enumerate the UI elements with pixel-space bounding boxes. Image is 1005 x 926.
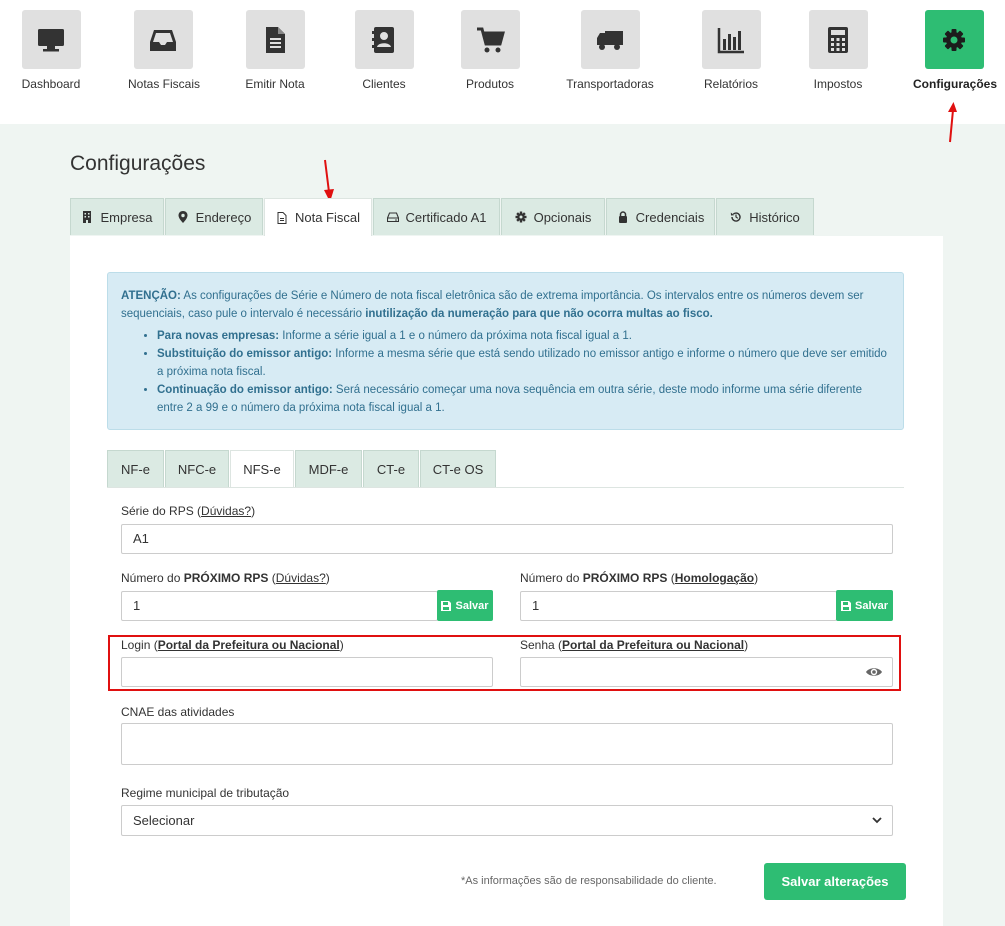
nav-item-emitir-nota[interactable]: Emitir Nota <box>245 10 305 91</box>
subtab-divider <box>107 487 904 488</box>
page-title: Configurações <box>70 152 206 175</box>
nav-item-relatorios[interactable]: Relatórios <box>701 10 761 91</box>
floppy-disk-icon <box>441 600 452 611</box>
calculator-icon <box>808 10 868 69</box>
top-navigation: Dashboard Notas Fiscais Emitir Nota Clie… <box>0 0 1005 124</box>
nav-label: Emitir Nota <box>245 77 305 91</box>
nav-label: Relatórios <box>703 77 759 91</box>
save-changes-label: Salvar alterações <box>781 874 889 889</box>
numero-rps-input[interactable]: 1 <box>121 591 438 621</box>
alert-lead-bold: ATENÇÃO: <box>121 290 181 302</box>
alert-item-bold: Substituição do emissor antigo: <box>157 348 333 360</box>
alert-item-bold: Para novas empresas: <box>157 330 280 342</box>
alert-item-text: Informe a série igual a 1 e o número da … <box>279 330 632 342</box>
subtab-nfse[interactable]: NFS-e <box>230 450 294 488</box>
bar-chart-icon <box>701 10 761 69</box>
nav-item-transportadoras[interactable]: Transportadoras <box>565 10 655 91</box>
contacts-icon <box>354 10 414 69</box>
subtab-mdfe[interactable]: MDF-e <box>295 450 362 487</box>
nav-label: Impostos <box>813 77 863 91</box>
subtab-nfe[interactable]: NF-e <box>107 450 164 487</box>
regime-selected-value: Selecionar <box>133 813 195 828</box>
tab-nota-fiscal[interactable]: Nota Fiscal <box>264 198 372 236</box>
lock-icon <box>618 211 627 223</box>
map-marker-icon <box>178 211 188 223</box>
serie-rps-input[interactable]: A1 <box>121 524 893 554</box>
building-icon <box>83 211 92 223</box>
alert-item: Para novas empresas: Informe a série igu… <box>157 327 889 345</box>
tab-historico[interactable]: Histórico <box>716 198 814 235</box>
tab-label: Endereço <box>195 209 252 225</box>
regime-label: Regime municipal de tributação <box>121 786 290 800</box>
nav-item-notas-fiscais[interactable]: Notas Fiscais <box>128 10 201 91</box>
regime-select[interactable]: Selecionar <box>121 805 893 836</box>
tab-opcionais[interactable]: Opcionais <box>501 198 605 235</box>
tab-label: Credenciais <box>635 209 705 225</box>
nav-label: Produtos <box>465 77 515 91</box>
cog-icon <box>515 211 527 223</box>
save-numero-rps-button[interactable]: Salvar <box>437 590 493 621</box>
nav-label: Clientes <box>362 77 406 91</box>
alert-item: Substituição do emissor antigo: Informe … <box>157 345 889 381</box>
truck-icon <box>580 10 640 69</box>
annotation-arrow-config <box>948 102 957 143</box>
save-changes-button[interactable]: Salvar alterações <box>764 863 906 900</box>
drive-icon <box>386 212 399 223</box>
attention-alert: ATENÇÃO: As configurações de Série e Núm… <box>107 272 904 430</box>
nav-label: Dashboard <box>21 77 81 91</box>
subtab-cte[interactable]: CT-e <box>363 450 419 487</box>
tab-label: Empresa <box>100 209 153 225</box>
chevron-down-icon <box>872 817 882 824</box>
nav-label: Configurações <box>913 77 998 91</box>
tab-endereco[interactable]: Endereço <box>165 198 263 235</box>
cnae-textarea[interactable] <box>121 723 893 765</box>
serie-rps-label: Série do RPS (Dúvidas?) <box>121 504 256 518</box>
numero-rps-label: Número do PRÓXIMO RPS (Dúvidas?) <box>121 571 330 585</box>
annotation-highlight-box <box>108 635 901 691</box>
history-icon <box>731 212 741 222</box>
alert-item-bold: Continuação do emissor antigo: <box>157 384 333 396</box>
document-icon <box>245 10 305 69</box>
inbox-icon <box>133 10 193 69</box>
subtab-cte-os[interactable]: CT-e OS <box>420 450 496 487</box>
nav-item-impostos[interactable]: Impostos <box>808 10 868 91</box>
tab-certificado-a1[interactable]: Certificado A1 <box>373 198 500 235</box>
alert-lead: ATENÇÃO: As configurações de Série e Núm… <box>121 287 889 323</box>
file-icon <box>277 211 287 224</box>
nav-item-clientes[interactable]: Clientes <box>354 10 414 91</box>
save-button-label: Salvar <box>455 599 489 612</box>
responsibility-note: *As informações são de responsabilidade … <box>461 875 717 887</box>
nav-label: Notas Fiscais <box>128 77 201 91</box>
alert-list: Para novas empresas: Informe a série igu… <box>121 327 889 417</box>
nav-item-dashboard[interactable]: Dashboard <box>21 10 81 91</box>
tab-label: Opcionais <box>533 209 592 225</box>
numero-rps-homologacao-input[interactable]: 1 <box>520 591 837 621</box>
nav-item-produtos[interactable]: Produtos <box>460 10 520 91</box>
save-button-label: Salvar <box>854 599 889 612</box>
numero-rps-homologacao-label: Número do PRÓXIMO RPS (Homologação) <box>520 571 759 585</box>
tab-credenciais[interactable]: Credenciais <box>606 198 715 235</box>
gear-icon <box>924 10 984 69</box>
save-numero-homologacao-button[interactable]: Salvar <box>836 590 893 621</box>
monitor-icon <box>21 10 81 69</box>
subtab-nfce[interactable]: NFC-e <box>165 450 229 487</box>
nav-label: Transportadoras <box>566 77 654 91</box>
serie-duvidas-link[interactable]: Dúvidas? <box>201 504 251 518</box>
tab-label: Histórico <box>749 209 800 225</box>
numero-duvidas-link[interactable]: Dúvidas? <box>276 571 326 585</box>
floppy-disk-icon <box>840 600 851 611</box>
tab-empresa[interactable]: Empresa <box>70 198 164 235</box>
cart-icon <box>460 10 520 69</box>
cnae-label: CNAE das atividades <box>121 705 235 719</box>
alert-item: Continuação do emissor antigo: Será nece… <box>157 381 889 417</box>
homologacao-link[interactable]: Homologação <box>675 571 754 585</box>
tab-label: Certificado A1 <box>405 209 487 225</box>
alert-lead-emphasis: inutilização da numeração para que não o… <box>365 308 713 320</box>
nav-item-configuracoes[interactable]: Configurações <box>913 10 998 91</box>
tab-label: Nota Fiscal <box>294 210 361 225</box>
